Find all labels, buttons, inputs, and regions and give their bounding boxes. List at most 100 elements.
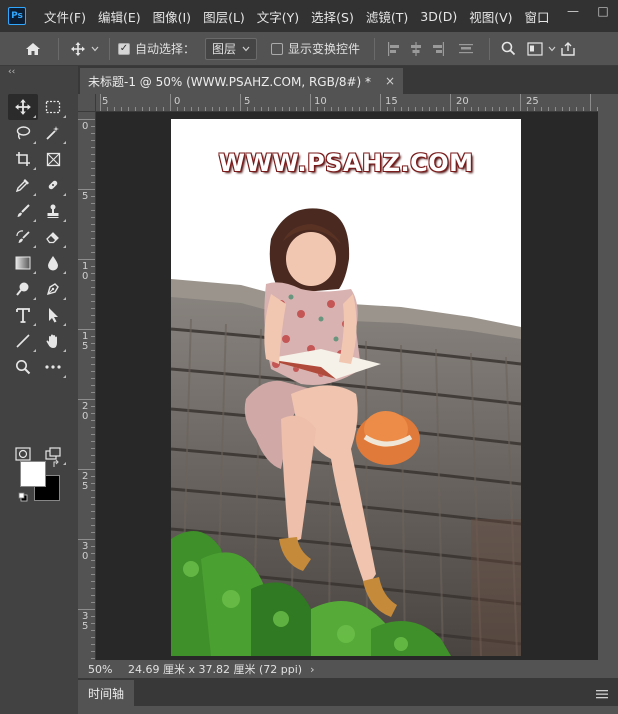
ruler-tick <box>78 539 95 540</box>
color-swatches <box>18 459 64 505</box>
path-selection-tool-icon[interactable] <box>38 302 68 328</box>
ruler-label: 10 <box>314 96 327 107</box>
maximize-button[interactable]: □ <box>588 0 618 22</box>
menu-window[interactable]: 窗口 <box>519 7 556 26</box>
document-tab[interactable]: 未标题-1 @ 50% (WWW.PSAHZ.COM, RGB/8#) * × <box>80 68 404 94</box>
ruler-tick <box>240 94 241 111</box>
divider <box>374 37 376 60</box>
home-icon[interactable] <box>22 38 44 60</box>
ruler-label: 20 <box>456 96 469 107</box>
options-bar: ✓ 自动选择： 图层 显示变换控件 <box>0 32 618 66</box>
status-menu-arrow[interactable]: › <box>310 663 314 676</box>
tools-panel <box>0 78 78 714</box>
ruler-tick <box>78 329 95 330</box>
horizontal-ruler[interactable]: 5 0 5 10 15 20 25 <box>96 94 598 112</box>
gradient-tool-icon[interactable] <box>8 250 38 276</box>
foreground-color-swatch[interactable] <box>20 461 46 487</box>
timeline-tab[interactable]: 时间轴 <box>78 680 135 706</box>
blur-tool-icon[interactable] <box>38 250 68 276</box>
menu-image[interactable]: 图像(I) <box>147 7 197 26</box>
eyedropper-tool-icon[interactable] <box>8 172 38 198</box>
auto-select-target-dropdown[interactable]: 图层 <box>205 37 258 60</box>
crop-tool-icon[interactable] <box>8 146 38 172</box>
menu-select[interactable]: 选择(S) <box>305 7 360 26</box>
ruler-label: 0 <box>82 121 89 132</box>
ruler-tick <box>170 94 171 111</box>
more-tools-icon[interactable] <box>38 354 68 380</box>
menu-type[interactable]: 文字(Y) <box>251 7 305 26</box>
clone-stamp-tool-icon[interactable] <box>38 198 68 224</box>
menu-file[interactable]: 文件(F) <box>38 7 92 26</box>
line-tool-icon[interactable] <box>8 328 38 354</box>
ruler-label: 5 <box>82 191 89 202</box>
zoom-level-field[interactable]: 50% <box>78 663 118 676</box>
align-horizontal-centers-icon[interactable] <box>405 38 427 60</box>
ruler-tick <box>590 94 591 111</box>
magic-wand-tool-icon[interactable] <box>38 120 68 146</box>
photoshop-logo: Ps <box>8 7 26 25</box>
search-icon[interactable] <box>498 38 518 60</box>
menu-bar: Ps 文件(F) 编辑(E) 图像(I) 图层(L) 文字(Y) 选择(S) 滤… <box>0 0 618 32</box>
ruler-label: 15 <box>385 96 398 107</box>
panel-menu-icon[interactable] <box>596 688 608 699</box>
align-left-edges-icon[interactable] <box>383 38 405 60</box>
divider <box>489 37 491 60</box>
healing-brush-tool-icon[interactable] <box>38 172 68 198</box>
type-tool-icon[interactable] <box>8 302 38 328</box>
align-top-edges-icon[interactable] <box>455 38 477 60</box>
tools-collapse-toggle[interactable]: ‹‹ <box>0 66 78 78</box>
status-bar: 50% 24.69 厘米 x 37.82 厘米 (72 ppi) › <box>78 660 618 678</box>
ruler-tick <box>310 94 311 111</box>
auto-select-checkbox[interactable]: ✓ <box>118 42 130 55</box>
chevron-down-icon[interactable] <box>89 46 101 52</box>
move-tool-preset-icon[interactable] <box>67 38 89 60</box>
canvas-pasteboard[interactable]: WWW.PSAHZ.COM <box>96 112 598 660</box>
workspace-icon[interactable] <box>524 38 546 60</box>
ruler-tick <box>78 609 95 610</box>
frame-tool-icon[interactable] <box>38 146 68 172</box>
chevron-down-icon[interactable] <box>546 46 558 52</box>
ruler-label: 1 5 <box>82 331 89 352</box>
move-tool-icon[interactable] <box>8 94 38 120</box>
share-icon[interactable] <box>558 38 578 60</box>
vertical-ruler[interactable]: 0 5 1 0 1 5 2 0 2 5 3 0 3 5 <box>78 112 96 660</box>
ruler-tick <box>78 119 95 120</box>
dodge-tool-icon[interactable] <box>8 276 38 302</box>
show-transform-checkbox[interactable] <box>271 42 284 55</box>
ruler-label: 25 <box>526 96 539 107</box>
ruler-tick <box>78 189 95 190</box>
menu-edit[interactable]: 编辑(E) <box>92 7 147 26</box>
minimize-button[interactable]: — <box>558 0 588 22</box>
ruler-tick <box>78 469 95 470</box>
default-colors-icon[interactable] <box>18 491 28 502</box>
ruler-label: 5 <box>102 96 109 107</box>
window-controls: — □ <box>558 0 618 22</box>
ruler-tick <box>100 94 101 111</box>
history-brush-tool-icon[interactable] <box>8 224 38 250</box>
divider <box>58 37 59 60</box>
timeline-body <box>78 706 618 714</box>
timeline-panel: 时间轴 <box>78 678 618 714</box>
menu-view[interactable]: 视图(V) <box>463 7 518 26</box>
close-tab-button[interactable]: × <box>385 74 395 88</box>
ruler-label: 3 0 <box>82 541 89 562</box>
hand-tool-icon[interactable] <box>38 328 68 354</box>
vertical-scrollbar[interactable] <box>598 94 618 660</box>
ruler-tick <box>520 94 521 111</box>
menu-layer[interactable]: 图层(L) <box>197 7 251 26</box>
divider <box>109 37 110 60</box>
lasso-tool-icon[interactable] <box>8 120 38 146</box>
document-size-info: 24.69 厘米 x 37.82 厘米 (72 ppi) <box>128 663 303 676</box>
document-canvas[interactable]: WWW.PSAHZ.COM <box>171 119 521 656</box>
menu-filter[interactable]: 滤镜(T) <box>360 7 414 26</box>
dropdown-value: 图层 <box>212 42 237 56</box>
align-right-edges-icon[interactable] <box>427 38 449 60</box>
marquee-tool-icon[interactable] <box>38 94 68 120</box>
pen-tool-icon[interactable] <box>38 276 68 302</box>
eraser-tool-icon[interactable] <box>38 224 68 250</box>
brush-tool-icon[interactable] <box>8 198 38 224</box>
ruler-origin[interactable] <box>78 94 96 112</box>
document-tab-bar: 未标题-1 @ 50% (WWW.PSAHZ.COM, RGB/8#) * × <box>78 66 618 94</box>
menu-3d[interactable]: 3D(D) <box>414 9 463 24</box>
zoom-tool-icon[interactable] <box>8 354 38 380</box>
